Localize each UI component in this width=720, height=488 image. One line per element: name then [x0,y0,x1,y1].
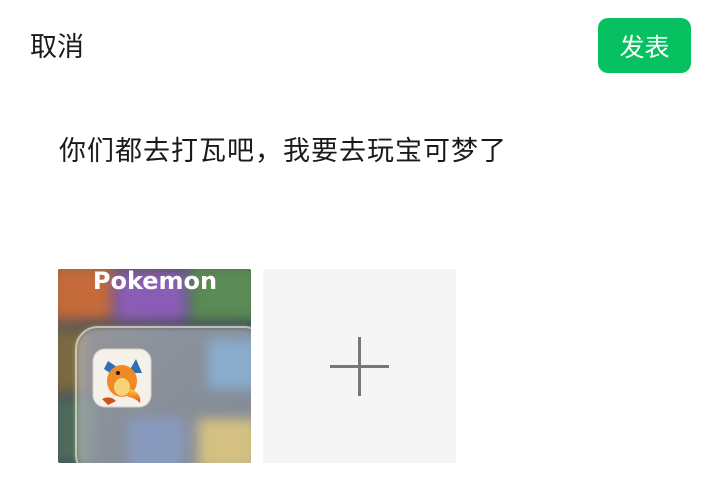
image-thumbnail[interactable]: Pokemon [58,269,251,463]
thumbnail-caption: Pokemon [93,269,217,295]
publish-label: 发表 [619,32,670,62]
cancel-button[interactable]: 取消 [30,28,84,68]
add-image-button[interactable] [263,269,456,463]
publish-button[interactable]: 发表 [598,18,691,73]
charizard-app-icon [92,348,152,408]
post-text[interactable]: 你们都去打瓦吧，我要去玩宝可梦了 [59,132,507,172]
plus-icon [330,337,389,396]
thumbnail-image: Pokemon [58,269,251,463]
